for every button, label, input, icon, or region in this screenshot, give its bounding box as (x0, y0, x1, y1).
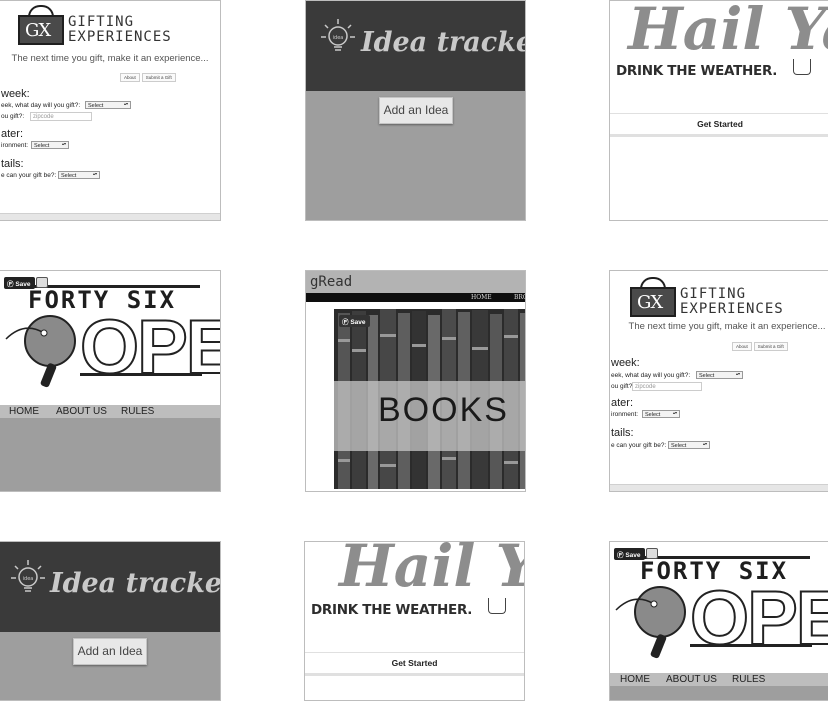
gread-title: gRead (306, 271, 525, 293)
submit-gift-button[interactable]: Submit a Gift (753, 342, 788, 351)
bottom-rule (80, 373, 202, 376)
open-title: OPEN (689, 575, 828, 662)
idea-tracker-tile-2[interactable]: idea Idea tracker Add an Idea (0, 541, 221, 701)
hail-ya-logo: Hail Ya (628, 0, 828, 63)
nav-browse[interactable]: BRO (514, 293, 525, 302)
gifting-tile-2[interactable]: GX GIFTING EXPERIENCES The next time you… (609, 270, 828, 492)
label-where: ou gift?: (611, 383, 635, 390)
save-button[interactable]: Ⓟ Save (4, 277, 35, 289)
idea-title: Idea tracker (50, 568, 221, 599)
logo-word-gifting: GIFTING (68, 14, 135, 30)
environment-select[interactable]: Select (31, 141, 69, 149)
save-button[interactable]: Ⓟ Save (339, 315, 370, 327)
submit-gift-button[interactable]: Submit a Gift (141, 73, 176, 82)
environment-select[interactable]: Select (642, 410, 680, 418)
nav-about-us[interactable]: ABOUT US (666, 673, 717, 686)
day-select[interactable]: Select (696, 371, 743, 379)
open-title: OPEN (79, 304, 220, 391)
add-idea-button[interactable]: Add an Idea (73, 638, 147, 665)
get-started-button[interactable]: Get Started (610, 113, 828, 137)
header-buttons: About Submit a Gift (732, 335, 790, 353)
nav-rules[interactable]: RULES (732, 673, 765, 686)
nav-home[interactable]: HOME (471, 293, 492, 302)
logo-word-experiences: EXPERIENCES (680, 301, 784, 317)
nav-home[interactable]: HOME (9, 405, 39, 418)
top-nav: HOME ABOUT US RULES (610, 673, 828, 686)
idea-header: idea Idea tracker (306, 1, 525, 91)
hail-ya-tile-2[interactable]: Hail Ya DRINK THE WEATHER. Get Started (304, 541, 525, 701)
nav-rules[interactable]: RULES (121, 405, 154, 418)
page-body (0, 418, 220, 491)
section-week: week: (1, 88, 30, 100)
label-day: eek, what day will you gift?: (611, 372, 691, 379)
gifting-logo: GX GIFTING EXPERIENCES (18, 5, 178, 47)
section-details: tails: (611, 427, 634, 439)
bottom-rule (690, 644, 812, 647)
section-weather: ater: (611, 397, 634, 409)
forty-six-open-tile-2[interactable]: FORTY SIX OPEN HOME ABOUT US RULES Ⓟ Sav… (609, 541, 828, 701)
drink-the-weather: DRINK THE WEATHER. (616, 63, 778, 79)
nav-home[interactable]: HOME (620, 673, 650, 686)
tagline: The next time you gift, make it an exper… (628, 321, 826, 332)
lightbulb-icon: idea (11, 560, 45, 592)
lightbulb-icon: idea (321, 19, 355, 51)
label-environment: ironment: (611, 411, 639, 418)
ping-pong-paddle-icon (5, 315, 76, 388)
label-day: eek, what day will you gift?: (1, 102, 81, 109)
hail-ya-tile-1[interactable]: Hail Ya DRINK THE WEATHER. Get Started (609, 0, 828, 221)
forty-six-open-tile-1[interactable]: FORTY SIX OPEN HOME ABOUT US RULES Ⓟ Sav… (0, 270, 221, 492)
gift-box-icon: GX (18, 15, 64, 45)
zipcode-input[interactable]: zipcode (30, 112, 92, 121)
about-button[interactable]: About (732, 342, 752, 351)
bucket-icon (793, 59, 811, 75)
about-button[interactable]: About (120, 73, 140, 82)
nav-about-us[interactable]: ABOUT US (56, 405, 107, 418)
label-gift: e can your gift be?: (611, 442, 667, 449)
logo-word-experiences: EXPERIENCES (68, 29, 172, 45)
svg-text:idea: idea (23, 576, 34, 582)
logo-word-gifting: GIFTING (680, 286, 747, 302)
gift-box-icon: GX (630, 287, 676, 317)
page-footer (0, 213, 220, 220)
idea-header: idea Idea tracker (0, 542, 220, 632)
page-footer (610, 484, 828, 491)
gifting-logo: GX GIFTING EXPERIENCES (630, 277, 790, 319)
camera-icon[interactable] (646, 548, 658, 559)
tagline: The next time you gift, make it an exper… (11, 53, 209, 64)
camera-icon[interactable] (36, 277, 48, 288)
hail-ya-logo: Hail Ya (339, 541, 524, 600)
idea-title: Idea tracker (361, 27, 525, 58)
header-buttons: About Submit a Gift (120, 66, 178, 84)
top-nav: HOME ABOUT US RULES (0, 405, 220, 418)
add-idea-button[interactable]: Add an Idea (379, 97, 453, 124)
idea-tracker-tile-1[interactable]: idea Idea tracker Add an Idea (305, 0, 526, 221)
bucket-icon (488, 598, 506, 614)
get-started-button[interactable]: Get Started (305, 652, 524, 676)
gread-tile[interactable]: gRead HOME BRO (305, 270, 526, 492)
svg-text:idea: idea (333, 35, 344, 41)
ping-pong-paddle-icon (615, 586, 686, 659)
day-select[interactable]: Select (85, 101, 131, 109)
zipcode-input[interactable]: zipcode (632, 382, 702, 391)
label-where: ou gift?: (1, 113, 25, 120)
gifting-tile-1[interactable]: GX GIFTING EXPERIENCES The next time you… (0, 0, 221, 221)
gift-select[interactable]: Select (668, 441, 710, 449)
drink-the-weather: DRINK THE WEATHER. (311, 602, 473, 618)
section-weather: ater: (1, 128, 24, 140)
label-environment: ironment: (1, 142, 29, 149)
books-heading: BOOKS (378, 391, 509, 429)
section-week: week: (611, 357, 640, 369)
section-details: tails: (1, 158, 24, 170)
gift-select[interactable]: Select (58, 171, 100, 179)
save-button[interactable]: Ⓟ Save (614, 548, 645, 560)
page-body (610, 686, 828, 700)
label-gift: e can your gift be?: (1, 172, 57, 179)
gread-nav: HOME BRO (306, 293, 525, 302)
